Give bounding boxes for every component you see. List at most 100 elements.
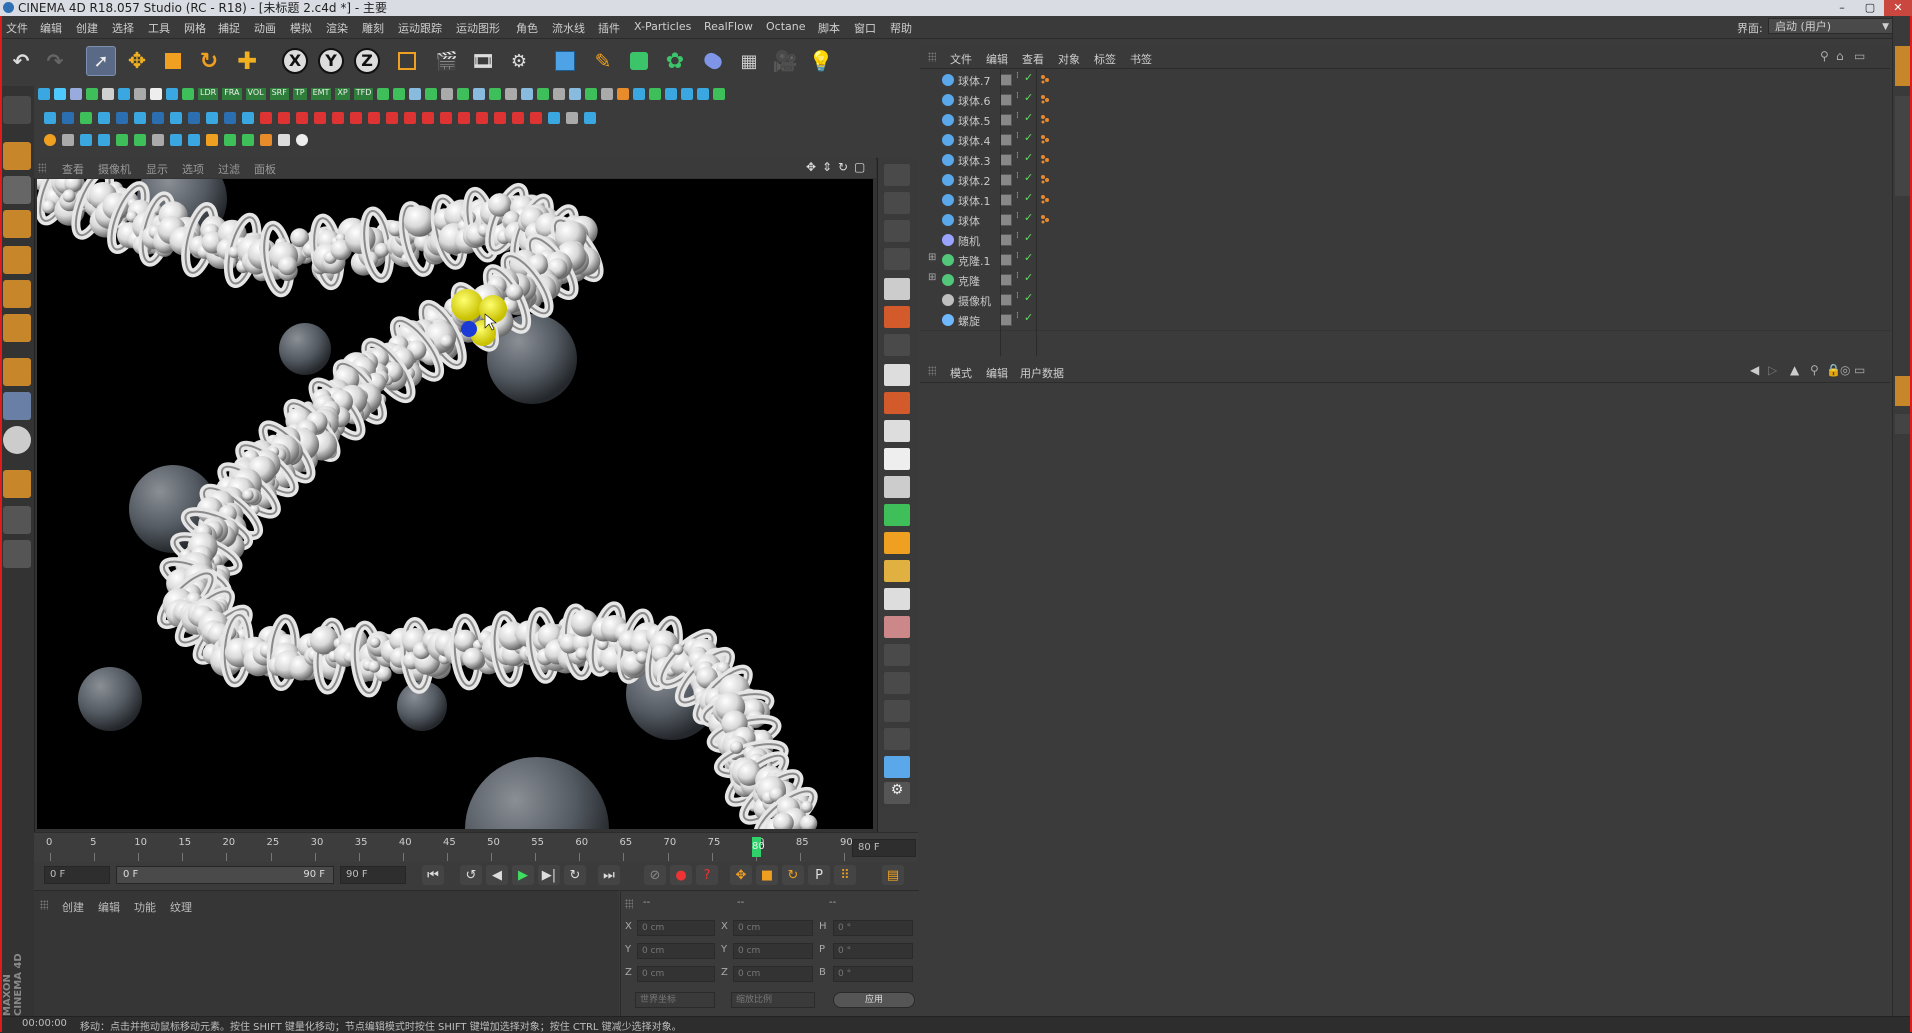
object-row[interactable]: 球体.6 ⁞ ✓ — [920, 90, 1890, 111]
minimize-button[interactable]: – — [1828, 0, 1856, 16]
next-key-button[interactable]: ↻ — [564, 865, 586, 885]
side-tool-button[interactable] — [884, 420, 910, 442]
xp-modifier-icon[interactable] — [489, 88, 502, 100]
xp-modifier-icon[interactable] — [441, 88, 454, 100]
xp-op-icon[interactable] — [170, 112, 182, 124]
object-row[interactable]: 球体.1 ⁞ ✓ — [920, 190, 1890, 211]
go-to-end-button[interactable]: ⏭ — [598, 865, 620, 885]
home-icon[interactable]: ⌂ — [1836, 49, 1844, 63]
back-arrow-icon[interactable]: ◀ — [1750, 363, 1759, 377]
maximize-panel-icon[interactable]: ▭ — [1854, 49, 1865, 63]
visibility-dots-icon[interactable]: ⁞ — [1016, 191, 1019, 201]
enabled-check-icon[interactable]: ✓ — [1024, 271, 1033, 284]
enabled-check-icon[interactable]: ✓ — [1024, 191, 1033, 204]
menu-sculpt[interactable]: 雕刻 — [362, 20, 384, 36]
texture-mode-button[interactable] — [3, 176, 31, 204]
layer-icon[interactable] — [1000, 314, 1012, 326]
render-view-button[interactable]: 🎬 — [432, 46, 462, 76]
tool-icon[interactable] — [98, 134, 110, 146]
menu-xparticles[interactable]: X-Particles — [634, 20, 691, 33]
layers-tab[interactable] — [1895, 414, 1911, 434]
points-mode-button[interactable] — [3, 246, 31, 274]
apply-button[interactable]: 应用 — [833, 992, 915, 1008]
tool-icon[interactable] — [170, 134, 182, 146]
workplane-lock-button[interactable] — [3, 506, 31, 534]
xp-op-icon[interactable] — [242, 112, 254, 124]
xp-tool-icon[interactable] — [166, 88, 178, 100]
xp-ldr-button[interactable]: LDR — [198, 88, 219, 100]
xp-modifier-icon[interactable] — [409, 88, 422, 100]
axis-y-button[interactable]: Y — [318, 48, 344, 74]
add-tool-button[interactable]: ✚ — [232, 46, 262, 76]
side-tool-button[interactable] — [884, 248, 910, 270]
xp-modifier-icon[interactable] — [473, 88, 486, 100]
visibility-dots-icon[interactable]: ⁞ — [1016, 211, 1019, 221]
octane-icon[interactable] — [44, 134, 56, 146]
xp-op-icon[interactable] — [368, 112, 380, 124]
tool-icon[interactable] — [242, 134, 254, 146]
xp-op-icon[interactable] — [44, 112, 56, 124]
content-browser-tab[interactable] — [1895, 96, 1911, 196]
tool-icon[interactable] — [278, 134, 290, 146]
object-row[interactable]: 螺旋 ⁞ ✓ — [920, 310, 1890, 331]
tag-icon[interactable] — [1040, 114, 1050, 124]
previous-key-button[interactable]: ↺ — [460, 865, 482, 885]
viewport-3d[interactable] — [37, 179, 873, 829]
visibility-dots-icon[interactable]: ⁞ — [1016, 71, 1019, 81]
tool-icon[interactable] — [152, 134, 164, 146]
layer-icon[interactable] — [1000, 154, 1012, 166]
menu-help[interactable]: 帮助 — [890, 20, 912, 36]
tag-icon[interactable] — [1040, 174, 1050, 184]
menu-window[interactable]: 窗口 — [854, 20, 876, 36]
keyframe-selection-button[interactable]: ⊘ — [644, 865, 666, 885]
position-y-field[interactable]: 0 cm — [637, 943, 715, 959]
object-menu-view[interactable]: 查看 — [1022, 51, 1044, 67]
xp-op-icon[interactable] — [476, 112, 488, 124]
object-name[interactable]: 球体.3 — [958, 153, 991, 169]
size-y-field[interactable]: 0 cm — [733, 943, 813, 959]
enabled-check-icon[interactable]: ✓ — [1024, 231, 1033, 244]
xp-op-icon[interactable] — [188, 112, 200, 124]
size-x-field[interactable]: 0 cm — [733, 920, 813, 936]
side-tool-button[interactable] — [884, 448, 910, 470]
axis-mode-button[interactable] — [3, 358, 31, 386]
visibility-dots-icon[interactable]: ⁞ — [1016, 111, 1019, 121]
xp-group-icon[interactable] — [86, 88, 98, 100]
xp-settings-icon[interactable] — [102, 88, 114, 100]
side-tool-button[interactable] — [884, 164, 910, 186]
object-name[interactable]: 球体.7 — [958, 73, 991, 89]
layer-icon[interactable] — [1000, 174, 1012, 186]
xp-tool-icon[interactable] — [182, 88, 194, 100]
material-menu-create[interactable]: 创建 — [62, 899, 84, 915]
object-name[interactable]: 克隆.1 — [958, 253, 991, 269]
xp-modifier-icon[interactable] — [617, 88, 630, 100]
layer-icon[interactable] — [1000, 134, 1012, 146]
object-row[interactable]: 球体.7 ⁞ ✓ — [920, 70, 1890, 91]
xp-modifier-icon[interactable] — [681, 88, 694, 100]
layer-icon[interactable] — [1000, 294, 1012, 306]
visibility-dots-icon[interactable]: ⁞ — [1016, 131, 1019, 141]
object-menu-tags[interactable]: 标签 — [1094, 51, 1116, 67]
tag-icon[interactable] — [1040, 94, 1050, 104]
pen-spline-button[interactable]: ✎ — [588, 46, 618, 76]
object-name[interactable]: 球体 — [958, 213, 980, 229]
menu-mesh[interactable]: 网格 — [184, 20, 206, 36]
object-row[interactable]: 摄像机 ⁞ ✓ — [920, 290, 1890, 311]
object-row[interactable]: ⊞ 克隆 ⁞ ✓ — [920, 270, 1890, 291]
xp-op-icon[interactable] — [80, 112, 92, 124]
xp-op-icon[interactable] — [206, 112, 218, 124]
layer-icon[interactable] — [1000, 194, 1012, 206]
xp-op-icon[interactable] — [404, 112, 416, 124]
xp-modifier-icon[interactable] — [393, 88, 406, 100]
model-mode-button[interactable] — [3, 142, 31, 170]
xp-modifier-icon[interactable] — [521, 88, 534, 100]
enabled-check-icon[interactable]: ✓ — [1024, 91, 1033, 104]
key-position-button[interactable]: ✥ — [730, 865, 752, 885]
size-z-field[interactable]: 0 cm — [733, 966, 813, 982]
viewport-menu-options[interactable]: 选项 — [182, 161, 204, 177]
xp-tp-button[interactable]: TP — [292, 88, 307, 100]
attribute-menu-mode[interactable]: 模式 — [950, 365, 972, 381]
xp-op-icon[interactable] — [494, 112, 506, 124]
xp-modifier-icon[interactable] — [649, 88, 662, 100]
maximize-button[interactable]: ▢ — [1856, 0, 1884, 16]
